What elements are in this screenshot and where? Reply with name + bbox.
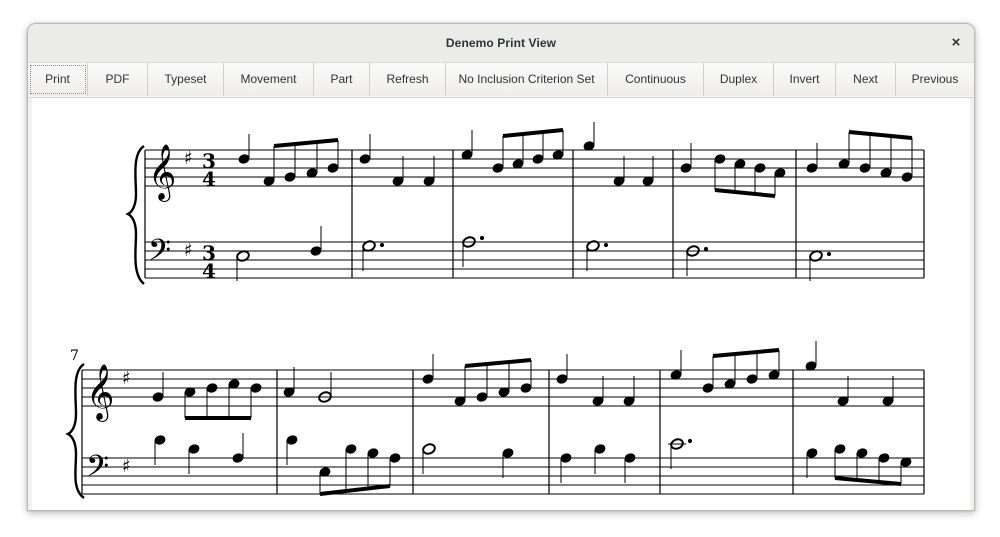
- system-2: 7 𝄞 ♯ 𝄢 ♯: [65, 341, 925, 499]
- system-1: 𝄞 ♯ 3 4 𝄢 ♯ 3 4: [125, 122, 925, 285]
- bass-clef-icon: 𝄢: [148, 234, 171, 275]
- invert-button[interactable]: Invert: [774, 63, 836, 96]
- pdf-button[interactable]: PDF: [88, 63, 148, 96]
- continuous-button[interactable]: Continuous: [608, 63, 704, 96]
- sharp-icon: ♯: [122, 456, 131, 477]
- previous-button[interactable]: Previous: [896, 63, 974, 96]
- toolbar: Print PDF Typeset Movement Part Refresh …: [28, 63, 974, 98]
- title-bar[interactable]: Denemo Print View ×: [28, 24, 974, 63]
- print-preview-area[interactable]: 𝄞 ♯ 3 4 𝄢 ♯ 3 4 7 𝄞 ♯ 𝄢 ♯: [28, 98, 974, 510]
- refresh-button[interactable]: Refresh: [370, 63, 446, 96]
- sharp-icon: ♯: [184, 240, 193, 261]
- typeset-button[interactable]: Typeset: [148, 63, 224, 96]
- svg-text:4: 4: [202, 167, 216, 191]
- next-button[interactable]: Next: [836, 63, 896, 96]
- close-button[interactable]: ×: [944, 31, 968, 55]
- part-button[interactable]: Part: [314, 63, 370, 96]
- bass-staff-1: [145, 241, 924, 279]
- duplex-button[interactable]: Duplex: [704, 63, 774, 96]
- sharp-icon: ♯: [184, 148, 193, 169]
- movement-button[interactable]: Movement: [224, 63, 314, 96]
- score-svg: 𝄞 ♯ 3 4 𝄢 ♯ 3 4 7 𝄞 ♯ 𝄢 ♯: [65, 122, 925, 499]
- svg-text:4: 4: [202, 259, 216, 283]
- sharp-icon: ♯: [122, 368, 131, 389]
- brace-icon: [125, 145, 145, 285]
- bass-notes-1: [236, 226, 832, 281]
- window-title: Denemo Print View: [445, 36, 557, 50]
- inclusion-criterion-button[interactable]: No Inclusion Criterion Set: [446, 63, 608, 96]
- treble-clef-icon: 𝄞: [86, 364, 114, 422]
- bass-clef-icon: 𝄢: [86, 450, 109, 491]
- print-view-window: Denemo Print View × Print PDF Typeset Mo…: [27, 23, 975, 511]
- measure-number: 7: [70, 348, 79, 364]
- score-page: 𝄞 ♯ 3 4 𝄢 ♯ 3 4 7 𝄞 ♯ 𝄢 ♯: [32, 98, 970, 510]
- print-button[interactable]: Print: [28, 63, 88, 96]
- treble-clef-icon: 𝄞: [148, 144, 176, 202]
